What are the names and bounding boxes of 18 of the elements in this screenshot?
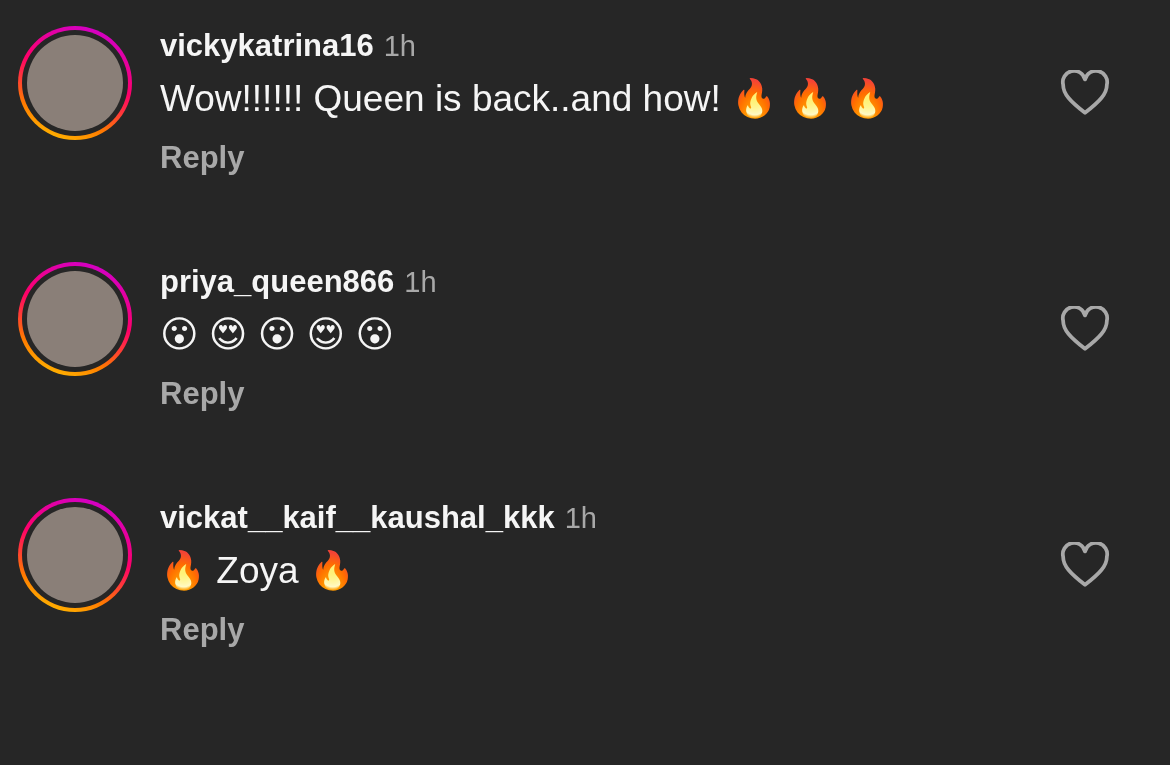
reply-button[interactable]: Reply bbox=[160, 610, 245, 650]
reply-button[interactable]: Reply bbox=[160, 374, 245, 414]
comment-text: 😮 😍 😮 😍 😮 bbox=[160, 313, 395, 357]
comment-text: 🔥 Zoya 🔥 bbox=[160, 549, 356, 593]
like-button[interactable] bbox=[1060, 70, 1110, 116]
heart-icon bbox=[1060, 306, 1110, 352]
comment-text: Wow!!!!!! Queen is back..and how! 🔥 🔥 🔥 bbox=[160, 77, 891, 121]
username[interactable]: vickat__kaif__kaushal_kkk bbox=[160, 498, 555, 538]
timestamp: 1h bbox=[383, 29, 416, 64]
username[interactable]: priya_queen866 bbox=[160, 262, 395, 302]
like-button[interactable] bbox=[1060, 306, 1110, 352]
like-button[interactable] bbox=[1060, 542, 1110, 588]
heart-icon bbox=[1060, 542, 1110, 588]
timestamp: 1h bbox=[404, 265, 437, 300]
username[interactable]: vickykatrina16 bbox=[160, 26, 374, 66]
heart-icon bbox=[1060, 70, 1110, 116]
reply-button[interactable]: Reply bbox=[160, 138, 245, 178]
timestamp: 1h bbox=[564, 501, 597, 536]
